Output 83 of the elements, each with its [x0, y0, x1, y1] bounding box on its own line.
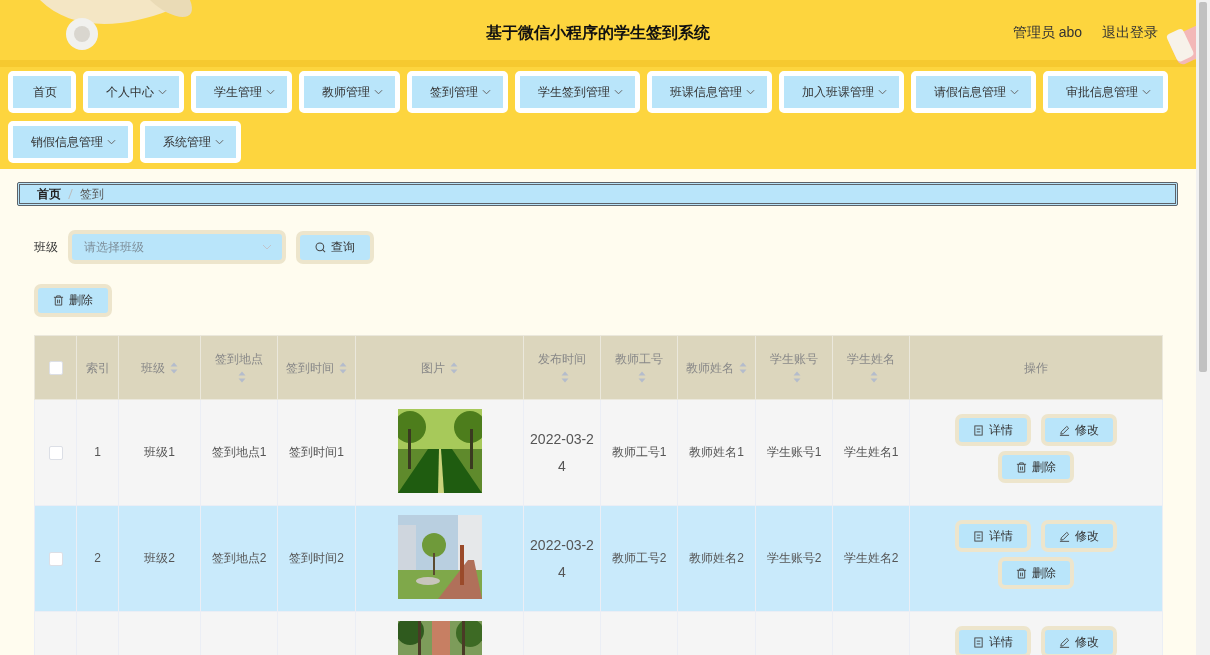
nav-menu-item[interactable]: 签到管理	[407, 71, 508, 113]
nav-menu-item[interactable]: 教师管理	[299, 71, 400, 113]
trash-icon	[53, 295, 64, 306]
document-icon	[973, 530, 984, 542]
table-cell: 1	[94, 445, 101, 460]
trash-icon	[1016, 567, 1027, 579]
breadcrumb-link[interactable]: 签到	[80, 185, 104, 203]
trash-icon	[1016, 461, 1027, 473]
user-label: 管理员 abo	[1012, 24, 1082, 42]
column-header: 学生账号	[770, 350, 818, 368]
column-header: 学生姓名	[847, 350, 895, 368]
detail-button[interactable]: 详情	[955, 414, 1031, 446]
table-cell: 教师工号2	[611, 551, 667, 566]
column-header: 签到时间	[286, 359, 334, 377]
column-header: 发布时间	[538, 350, 586, 368]
class-select[interactable]: 请选择班级	[68, 230, 286, 264]
row-checkbox[interactable]	[48, 445, 63, 460]
document-icon	[973, 636, 984, 648]
logout-link[interactable]: 退出登录	[1102, 24, 1158, 42]
edit-button[interactable]: 修改	[1041, 626, 1117, 655]
search-icon	[315, 241, 326, 253]
sort-icon[interactable]	[792, 371, 801, 384]
table-cell: 2	[94, 551, 101, 566]
sort-icon[interactable]	[339, 362, 347, 375]
edit-button[interactable]: 修改	[1041, 520, 1117, 552]
sort-icon[interactable]	[739, 362, 747, 375]
pencil-icon	[1059, 530, 1070, 542]
column-header: 班级	[141, 359, 165, 377]
nav-menu-item[interactable]: 销假信息管理	[8, 121, 133, 163]
column-header: 教师工号	[615, 350, 663, 368]
row-checkbox[interactable]	[48, 551, 63, 566]
table-cell: 教师姓名2	[689, 551, 744, 566]
field-label: 班级	[34, 238, 58, 256]
sort-icon[interactable]	[450, 362, 458, 375]
sort-icon[interactable]	[170, 362, 178, 375]
nav-menu-item[interactable]: 系统管理	[140, 121, 241, 163]
caret-icon	[262, 244, 272, 250]
detail-button[interactable]: 详情	[955, 626, 1031, 655]
scrollbar-thumb[interactable]	[1199, 2, 1207, 372]
table-cell: 2022-03-24	[530, 430, 594, 474]
sort-icon[interactable]	[869, 371, 878, 384]
table-cell: 签到时间2	[289, 551, 344, 566]
nav-menu-item[interactable]: 审批信息管理	[1043, 71, 1168, 113]
detail-button[interactable]: 详情	[955, 520, 1031, 552]
table-cell: 班级1	[144, 445, 175, 460]
site-title: 基于微信小程序的学生签到系统	[486, 23, 710, 43]
table-cell: 签到地点2	[211, 551, 267, 566]
table-cell: 班级2	[144, 551, 175, 566]
column-header: 索引	[85, 359, 110, 377]
nav-menu-item[interactable]: 请假信息管理	[911, 71, 1036, 113]
pencil-icon	[1059, 636, 1070, 648]
search-button[interactable]: 查询	[296, 230, 374, 264]
sort-icon[interactable]	[560, 371, 569, 384]
table-cell: 教师姓名1	[689, 445, 744, 460]
nav-menu-item[interactable]: 学生签到管理	[515, 71, 640, 113]
nav-menu-item[interactable]: 个人中心	[83, 71, 184, 113]
select-all-checkbox[interactable]	[48, 361, 63, 376]
nav-menu-item[interactable]: 加入班课管理	[779, 71, 904, 113]
nav-menu-item[interactable]: 学生管理	[191, 71, 292, 113]
table-cell: 学生姓名2	[843, 551, 899, 566]
table-cell: 学生账号2	[766, 551, 822, 566]
breadcrumb-link[interactable]: 首页	[37, 185, 61, 203]
table-cell: 签到地点1	[211, 445, 267, 460]
sort-icon[interactable]	[237, 371, 246, 384]
table-cell: 学生姓名1	[843, 445, 899, 460]
table-cell: 签到时间1	[289, 445, 344, 460]
table-cell: 教师工号1	[611, 445, 667, 460]
scrollbar[interactable]	[1196, 0, 1210, 655]
nav-menu-item[interactable]: 班课信息管理	[647, 71, 772, 113]
delete-button[interactable]: 删除	[998, 451, 1074, 483]
column-header: 操作	[1024, 359, 1048, 377]
edit-button[interactable]: 修改	[1041, 414, 1117, 446]
nav-menu-item[interactable]: 首页	[8, 71, 76, 113]
column-header: 图片	[421, 359, 445, 377]
document-icon	[973, 424, 984, 436]
delete-button[interactable]: 删除	[34, 284, 112, 317]
column-header: 签到地点	[215, 350, 263, 368]
column-header: 教师姓名	[686, 359, 734, 377]
sort-icon[interactable]	[637, 371, 646, 384]
table-cell: 2022-03-24	[530, 536, 594, 580]
pencil-icon	[1059, 424, 1070, 436]
delete-button[interactable]: 删除	[998, 557, 1074, 589]
table-cell: 学生账号1	[766, 445, 822, 460]
